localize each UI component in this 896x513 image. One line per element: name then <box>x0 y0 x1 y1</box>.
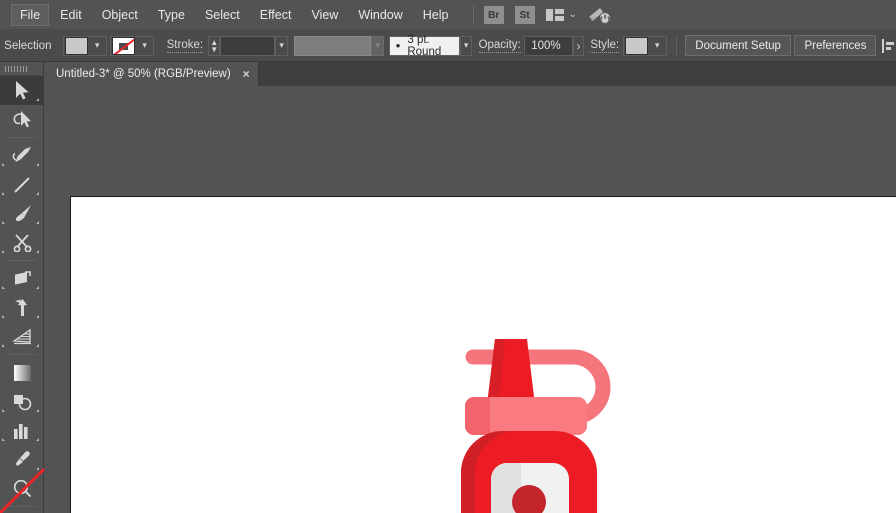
stroke-weight-input[interactable] <box>220 35 276 56</box>
graphic-style-swatch[interactable] <box>624 36 648 55</box>
fill-chevron-down-icon[interactable]: ▾ <box>89 37 106 55</box>
menu-item-edit[interactable]: Edit <box>51 4 91 26</box>
width-profile-chevron-down-icon[interactable]: ▾ <box>371 35 384 56</box>
stroke-weight-label[interactable]: Stroke: <box>166 39 204 53</box>
brush-definition-chevron-down-icon[interactable]: ▾ <box>459 35 473 56</box>
document-tab-bar: Untitled-3* @ 50% (RGB/Preview) × <box>44 62 896 86</box>
paintbrush-tool[interactable] <box>0 199 44 228</box>
tool-flyout-indicator-left <box>2 250 5 253</box>
align-panel-icon[interactable] <box>882 38 896 54</box>
eyedropper-tool[interactable] <box>0 445 44 474</box>
tool-group-divider <box>6 260 37 261</box>
tool-flyout-indicator-left <box>2 344 5 347</box>
fill-swatch[interactable] <box>64 36 88 55</box>
tool-flyout-indicator <box>36 438 39 441</box>
menu-item-object[interactable]: Object <box>93 4 147 26</box>
graphic-style-chevron-down-icon[interactable]: ▾ <box>649 37 666 55</box>
tool-group-divider <box>6 506 37 507</box>
graphic-style-swatch-wrap[interactable] <box>624 36 649 55</box>
artboard[interactable] <box>70 196 896 513</box>
stroke-weight-stepper[interactable]: ▲ ▼ <box>207 35 221 56</box>
active-tool-label: Selection <box>4 39 52 52</box>
style-label[interactable]: Style: <box>590 39 620 53</box>
zoom-tool[interactable] <box>0 474 44 503</box>
tool-flyout-indicator-left <box>2 286 5 289</box>
cap-collar-shadow <box>465 397 490 435</box>
free-transform-tool[interactable] <box>0 293 44 322</box>
tool-flyout-indicator-left <box>2 438 5 441</box>
stroke-weight-chevron-down-icon[interactable]: ▾ <box>275 35 288 56</box>
tools-panel: ↷ <box>0 62 44 513</box>
document-tab-title: Untitled-3* @ 50% (RGB/Preview) <box>56 68 231 80</box>
tool-flyout-indicator <box>36 98 39 101</box>
tool-flyout-indicator-left <box>2 221 5 224</box>
tool-flyout-indicator <box>36 192 39 195</box>
stock-button[interactable]: St <box>514 5 535 24</box>
scissors-tool[interactable] <box>0 228 44 257</box>
line-segment-tool[interactable] <box>0 170 44 199</box>
brush-definition-value: 3 pt. Round <box>407 33 442 58</box>
grip-dots-icon <box>5 65 27 72</box>
menu-item-select[interactable]: Select <box>196 4 249 26</box>
stroke-chevron-down-icon[interactable]: ▾ <box>136 37 153 55</box>
bridge-button[interactable]: Br <box>483 5 504 24</box>
search-adobe-stock-icon[interactable] <box>587 6 611 24</box>
tool-flyout-indicator <box>36 315 39 318</box>
tool-group-divider <box>6 354 37 355</box>
tool-flyout-indicator-left <box>2 192 5 195</box>
column-graph-tool[interactable] <box>0 416 44 445</box>
menu-item-file[interactable]: File <box>11 3 50 26</box>
brush-dot-icon: • <box>395 37 401 53</box>
tool-panel-drag-handle[interactable] <box>0 62 43 76</box>
chevron-down-icon[interactable]: ⌄ <box>569 9 577 20</box>
pen-tool[interactable] <box>0 141 44 170</box>
width-profile-dropdown[interactable] <box>294 35 372 56</box>
brush-definition-dropdown[interactable]: • 3 pt. Round <box>388 33 460 58</box>
tool-flyout-indicator <box>36 163 39 166</box>
tool-flyout-indicator <box>36 344 39 347</box>
menu-item-effect[interactable]: Effect <box>251 4 301 26</box>
menu-item-type[interactable]: Type <box>149 4 194 26</box>
tool-flyout-indicator-left <box>2 163 5 166</box>
canvas-workspace[interactable] <box>44 86 896 513</box>
tool-flyout-indicator-left <box>2 315 5 318</box>
fill-swatch-group[interactable]: ▾ <box>62 35 107 56</box>
perspective-grid-tool[interactable] <box>0 322 44 351</box>
document-tab[interactable]: Untitled-3* @ 50% (RGB/Preview) × <box>44 62 259 86</box>
stroke-swatch-wrap[interactable] <box>111 36 136 55</box>
bottle-vector <box>461 339 611 513</box>
close-icon[interactable]: × <box>243 68 250 80</box>
tool-flyout-indicator <box>36 286 39 289</box>
control-bar: Selection ▾ ▾ Stroke: ▲ ▼ ▾ ▾ • 3 pt. Ro… <box>0 30 896 62</box>
menu-bar: File Edit Object Type Select Effect View… <box>0 0 896 30</box>
gradient-tool[interactable] <box>0 358 44 387</box>
illustrator-window: File Edit Object Type Select Effect View… <box>0 0 896 513</box>
ketchup-bottle-illustration[interactable] <box>461 313 641 513</box>
menu-item-view[interactable]: View <box>302 4 347 26</box>
fill-swatch-wrap[interactable] <box>64 36 89 55</box>
opacity-label[interactable]: Opacity: <box>478 39 521 53</box>
workspace-switcher-icon[interactable] <box>545 8 564 22</box>
direct-selection-tool[interactable] <box>0 105 44 134</box>
tool-flyout-indicator <box>36 467 39 470</box>
tool-flyout-indicator <box>36 409 39 412</box>
menu-item-window[interactable]: Window <box>349 4 411 26</box>
shape-builder-tool[interactable] <box>0 387 44 416</box>
selection-tool[interactable] <box>0 76 44 105</box>
opacity-input[interactable]: 100% <box>524 35 574 56</box>
menu-divider <box>472 5 474 24</box>
tool-flyout-indicator <box>36 250 39 253</box>
stroke-swatch-group[interactable]: ▾ <box>110 35 155 56</box>
opacity-flyout-arrow-icon[interactable]: › <box>573 35 585 56</box>
stroke-swatch-none[interactable] <box>112 36 136 55</box>
graphic-style-group[interactable]: ▾ <box>622 35 667 56</box>
menu-item-help[interactable]: Help <box>414 4 458 26</box>
tool-flyout-indicator <box>36 221 39 224</box>
control-bar-divider <box>675 34 677 57</box>
document-setup-button[interactable]: Document Setup <box>685 35 791 56</box>
rotate-tool[interactable] <box>0 264 44 293</box>
preferences-button[interactable]: Preferences <box>794 35 877 56</box>
tool-group-divider <box>6 137 37 138</box>
tool-flyout-indicator-left <box>2 409 5 412</box>
